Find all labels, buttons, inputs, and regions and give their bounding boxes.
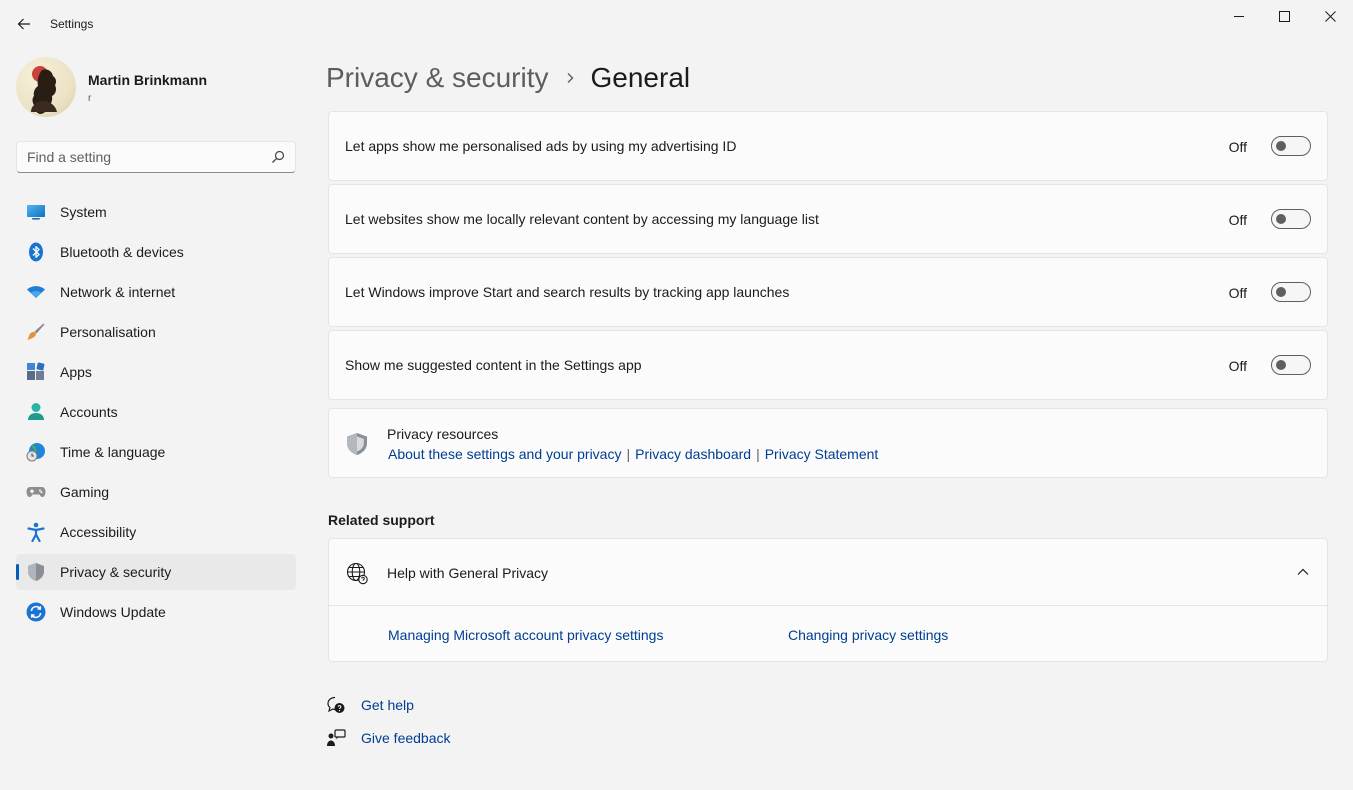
sidebar-item-label: Windows Update (60, 604, 166, 620)
avatar-picture-icon (31, 66, 57, 114)
sidebar-item-label: System (60, 204, 107, 220)
search-input[interactable] (27, 142, 267, 172)
sidebar-item-label: Privacy & security (60, 564, 172, 580)
toggle-state-text: Off (1228, 358, 1247, 374)
user-email: r (88, 93, 92, 104)
about-settings-link[interactable]: About these settings and your privacy (388, 446, 621, 462)
advertising-id-toggle[interactable] (1271, 136, 1311, 156)
toggle-knob (1276, 141, 1286, 151)
wifi-icon (26, 282, 46, 302)
related-support-heading: Related support (328, 512, 435, 528)
privacy-dashboard-link[interactable]: Privacy dashboard (635, 446, 751, 462)
setting-label: Let websites show me locally relevant co… (345, 211, 819, 227)
chevron-right-icon (565, 72, 575, 84)
setting-label: Let Windows improve Start and search res… (345, 284, 790, 300)
sidebar-item-windows-update[interactable]: Windows Update (16, 594, 296, 630)
sidebar-item-gaming[interactable]: Gaming (16, 474, 296, 510)
sidebar-item-label: Accessibility (60, 524, 137, 540)
sidebar-item-personalisation[interactable]: Personalisation (16, 314, 296, 350)
back-button[interactable] (12, 12, 36, 36)
get-help-link[interactable]: Get help (361, 697, 414, 713)
time-language-icon (26, 442, 46, 462)
accounts-icon (26, 402, 46, 422)
sidebar-item-label: Gaming (60, 484, 110, 500)
related-support-card: Help with General Privacy Managing Micro… (328, 538, 1328, 662)
changing-privacy-settings-link[interactable]: Changing privacy settings (788, 627, 948, 643)
give-feedback-icon (327, 729, 346, 746)
link-separator: | (756, 446, 760, 462)
sidebar-item-label: Apps (60, 364, 92, 380)
sidebar-item-network[interactable]: Network & internet (16, 274, 296, 310)
search-box[interactable] (16, 141, 296, 173)
page-title: General (590, 62, 691, 93)
help-expander-header[interactable]: Help with General Privacy (329, 539, 1327, 606)
toggle-knob (1276, 360, 1286, 370)
sidebar-item-privacy-security[interactable]: Privacy & security (16, 554, 296, 590)
sidebar-item-label: Accounts (60, 404, 118, 420)
toggle-state-text: Off (1228, 139, 1247, 155)
setting-language-list: Let websites show me locally relevant co… (328, 184, 1328, 254)
link-separator: | (626, 446, 631, 462)
language-list-toggle[interactable] (1271, 209, 1311, 229)
search-icon[interactable] (271, 150, 285, 164)
close-button[interactable] (1307, 0, 1353, 32)
avatar (16, 57, 76, 117)
privacy-statement-link[interactable]: Privacy Statement (765, 446, 879, 462)
privacy-resources-card: Privacy resources About these settings a… (328, 408, 1328, 478)
sidebar-item-label: Bluetooth & devices (60, 244, 184, 260)
toggle-knob (1276, 214, 1286, 224)
breadcrumb-parent[interactable]: Privacy & security (326, 62, 549, 94)
managing-account-privacy-link[interactable]: Managing Microsoft account privacy setti… (388, 627, 663, 643)
toggle-state-text: Off (1228, 212, 1247, 228)
setting-label: Show me suggested content in the Setting… (345, 357, 642, 373)
sidebar-item-bluetooth[interactable]: Bluetooth & devices (16, 234, 296, 270)
setting-app-launch-tracking: Let Windows improve Start and search res… (328, 257, 1328, 327)
accessibility-icon (26, 522, 46, 542)
sidebar-item-label: Network & internet (60, 284, 176, 300)
sidebar-item-apps[interactable]: Apps (16, 354, 296, 390)
brush-icon (26, 322, 46, 342)
toggle-knob (1276, 287, 1286, 297)
sidebar-item-label: Time & language (60, 444, 166, 460)
app-launch-tracking-toggle[interactable] (1271, 282, 1311, 302)
setting-label: Let apps show me personalised ads by usi… (345, 138, 737, 154)
user-profile[interactable]: Martin Brinkmann r (16, 57, 296, 117)
setting-advertising-id: Let apps show me personalised ads by usi… (328, 111, 1328, 181)
window-title: Settings (50, 17, 94, 31)
give-feedback-row[interactable]: Give feedback (326, 727, 451, 749)
breadcrumb: Privacy & security General (326, 58, 690, 98)
globe-help-icon (346, 562, 368, 585)
get-help-icon (327, 696, 345, 713)
apps-icon (26, 362, 46, 382)
chevron-up-icon[interactable] (1295, 564, 1311, 580)
toggle-state-text: Off (1228, 285, 1247, 301)
maximize-button[interactable] (1261, 0, 1307, 32)
privacy-resources-title: Privacy resources (387, 426, 499, 442)
bluetooth-icon (26, 242, 46, 262)
sidebar-nav: System Bluetooth & devices Network & int… (16, 194, 296, 634)
back-arrow-icon (17, 18, 30, 30)
shield-icon (26, 562, 46, 582)
sidebar-item-system[interactable]: System (16, 194, 296, 230)
maximize-icon (1278, 10, 1290, 22)
sidebar-item-label: Personalisation (60, 324, 156, 340)
sidebar-item-accounts[interactable]: Accounts (16, 394, 296, 430)
suggested-content-toggle[interactable] (1271, 355, 1311, 375)
get-help-row[interactable]: Get help (326, 694, 414, 716)
sidebar-item-time-language[interactable]: Time & language (16, 434, 296, 470)
gamepad-icon (26, 482, 46, 502)
user-name: Martin Brinkmann (88, 72, 208, 88)
shield-icon (347, 433, 367, 455)
system-icon (26, 202, 46, 222)
minimize-icon (1234, 16, 1244, 17)
title-bar: Settings (0, 0, 1353, 48)
update-icon (26, 602, 46, 622)
close-icon (1324, 10, 1336, 22)
help-expander-title: Help with General Privacy (387, 565, 549, 581)
minimize-button[interactable] (1216, 0, 1262, 32)
setting-suggested-content: Show me suggested content in the Setting… (328, 330, 1328, 400)
give-feedback-link[interactable]: Give feedback (361, 730, 451, 746)
privacy-resources-links: About these settings and your privacy | … (388, 446, 878, 462)
sidebar-item-accessibility[interactable]: Accessibility (16, 514, 296, 550)
